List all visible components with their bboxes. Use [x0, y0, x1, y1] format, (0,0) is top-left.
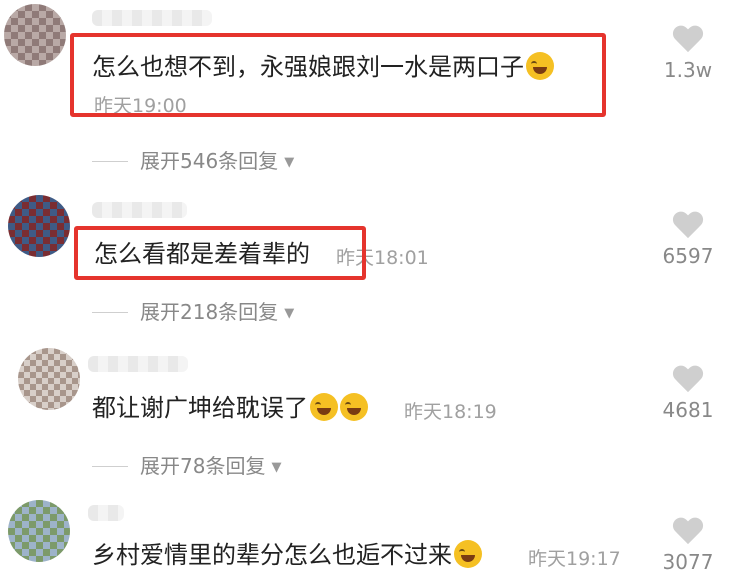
like-button[interactable]: 4681 — [658, 366, 718, 422]
comment-time: 昨天19:17 — [528, 548, 621, 570]
username-blurred[interactable] — [88, 356, 188, 372]
highlight-box — [70, 33, 606, 117]
emoji-icon — [454, 540, 482, 568]
expand-replies-link[interactable]: 展开546条回复 ▼ — [92, 145, 294, 174]
username-blurred[interactable] — [88, 505, 124, 521]
expand-replies-link[interactable]: 展开218条回复 ▼ — [92, 296, 294, 325]
comment-text: 都让谢广坤给耽误了 — [92, 393, 368, 423]
avatar[interactable] — [8, 500, 70, 562]
like-button[interactable]: 1.3w — [658, 26, 718, 82]
like-count: 6597 — [662, 244, 714, 268]
username-blurred[interactable] — [92, 202, 187, 218]
expand-replies-link[interactable]: 展开78条回复 ▼ — [92, 450, 281, 479]
like-count: 4681 — [662, 398, 714, 422]
heart-icon — [673, 366, 703, 392]
like-count: 3077 — [662, 550, 714, 574]
heart-icon — [673, 518, 703, 544]
username-blurred[interactable] — [92, 10, 212, 26]
like-count: 1.3w — [663, 58, 713, 82]
avatar[interactable] — [18, 348, 80, 410]
rofl-emoji-icon — [310, 393, 338, 421]
highlight-box — [74, 226, 366, 280]
rofl-emoji-icon — [340, 393, 368, 421]
like-button[interactable]: 3077 — [658, 518, 718, 574]
avatar[interactable] — [8, 195, 70, 257]
heart-icon — [673, 26, 703, 52]
comment-text: 乡村爱情里的辈分怎么也逅不过来 — [92, 540, 482, 570]
avatar[interactable] — [4, 4, 66, 66]
heart-icon — [673, 212, 703, 238]
like-button[interactable]: 6597 — [658, 212, 718, 268]
comment-time: 昨天18:19 — [404, 401, 497, 423]
